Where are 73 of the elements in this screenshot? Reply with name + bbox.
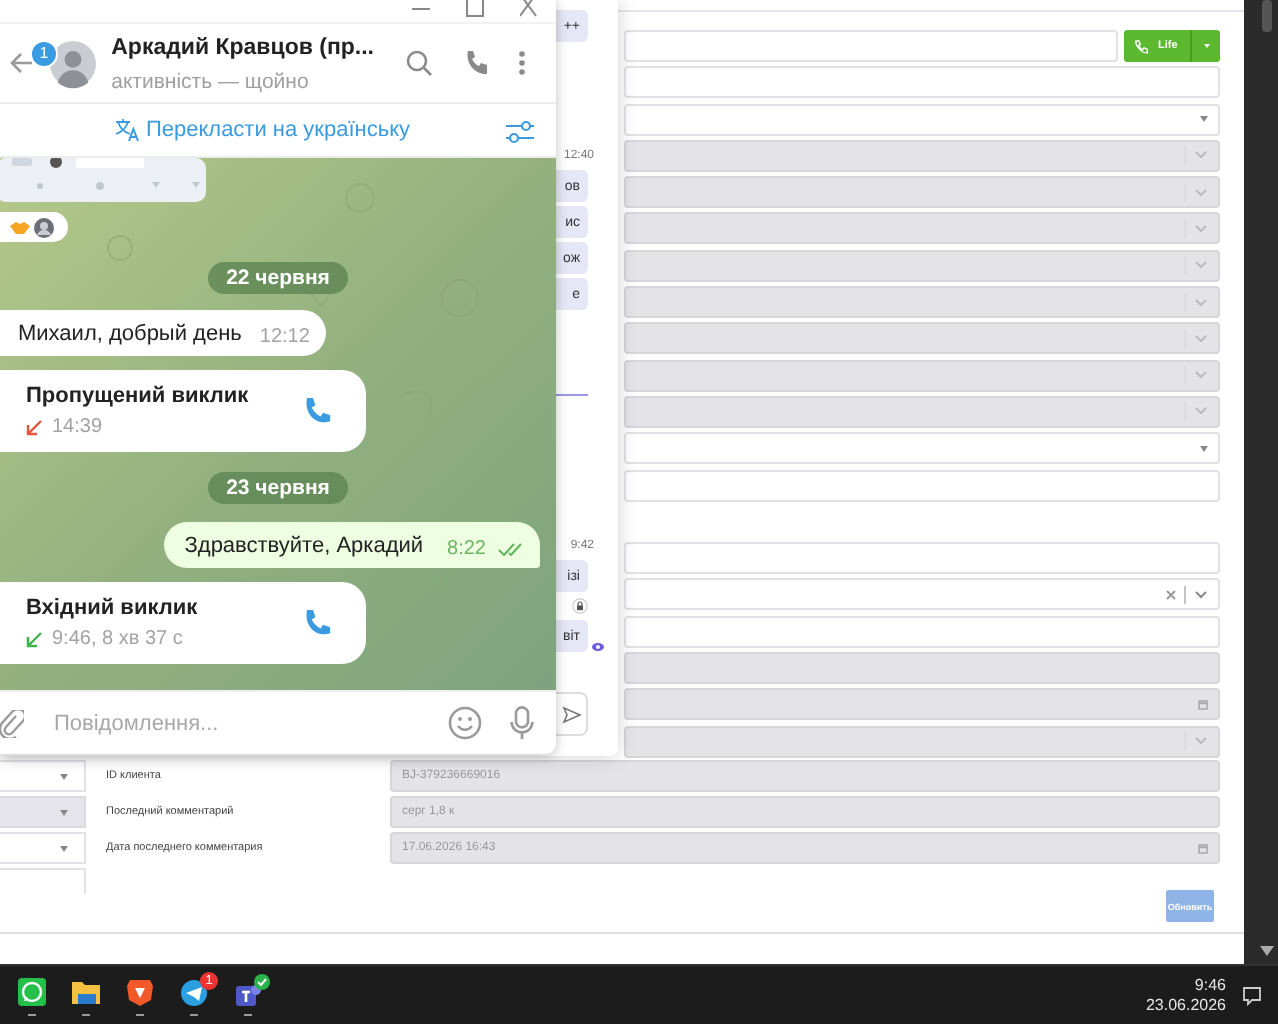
- scroll-down-icon[interactable]: [1259, 946, 1273, 956]
- chevron-icon: [1194, 223, 1208, 234]
- message-time: 8:22: [447, 538, 486, 560]
- contact-name: Аркадий Кравцов (пр...: [111, 33, 374, 63]
- message-time: 12:12: [259, 326, 310, 348]
- search-icon[interactable]: [406, 50, 432, 76]
- dropdown-button[interactable]: [1190, 30, 1220, 62]
- select-field[interactable]: [0, 868, 86, 894]
- attach-icon[interactable]: [0, 709, 24, 737]
- status-text: активність — щойно: [111, 69, 311, 93]
- close-icon[interactable]: [520, 0, 538, 18]
- chevron-icon: [1194, 187, 1208, 198]
- maximize-icon[interactable]: [466, 0, 484, 18]
- chevron-icon: [1194, 406, 1208, 417]
- input-field[interactable]: [624, 615, 1220, 648]
- calendar-icon: [1198, 699, 1208, 710]
- reaction-chip[interactable]: [0, 212, 68, 242]
- lock-icon: [572, 598, 588, 614]
- date-label: 23 червня: [208, 472, 348, 504]
- chevron-icon: [1194, 333, 1208, 344]
- translate-button[interactable]: Перекласти на українську: [113, 118, 411, 142]
- translate-icon: [113, 118, 140, 142]
- input-field[interactable]: [624, 30, 1118, 62]
- chevron-icon: [1194, 370, 1208, 381]
- phone-icon[interactable]: [302, 395, 334, 427]
- clear-icon[interactable]: [1166, 589, 1176, 600]
- message-text: Здравствуйте, Аркадий: [184, 533, 424, 557]
- clock-date: 23.06.2026: [1145, 995, 1226, 1015]
- chevron-icon: [1194, 736, 1208, 747]
- call-title: Пропущений виклик: [26, 384, 249, 408]
- send-icon: [561, 705, 581, 723]
- chevron-icon: [1194, 589, 1208, 600]
- caret-icon: [60, 773, 68, 779]
- shield-icon: [123, 975, 155, 1007]
- chat-app-icon: [15, 975, 47, 1007]
- caret-icon: [60, 845, 68, 851]
- caret-icon: [1200, 116, 1208, 123]
- unread-badge: 1: [30, 39, 58, 67]
- chevron-icon: [1194, 297, 1208, 308]
- phone-icon[interactable]: [464, 50, 490, 76]
- emoji-icon[interactable]: [448, 706, 482, 740]
- notification-icon[interactable]: [1242, 985, 1262, 1005]
- select-field[interactable]: [624, 578, 1220, 611]
- filter-icon[interactable]: [506, 120, 534, 144]
- phone-icon: [1134, 39, 1148, 53]
- avatar: [34, 217, 54, 237]
- caret-icon: [1203, 44, 1209, 48]
- call-time: 14:39: [52, 416, 103, 438]
- call-time: 9:46, 8 хв 37 с: [52, 628, 183, 650]
- calendar-icon: [1198, 843, 1208, 853]
- input-field[interactable]: [624, 542, 1220, 575]
- clock-time: 9:46: [1192, 975, 1226, 995]
- chevron-icon: [1194, 260, 1208, 271]
- send-button[interactable]: [556, 692, 588, 736]
- input-field[interactable]: [624, 469, 1220, 502]
- date-label: 22 червня: [208, 262, 348, 294]
- scrollbar[interactable]: [1244, 0, 1278, 964]
- caret-icon: [60, 809, 68, 815]
- select-field[interactable]: [624, 103, 1220, 136]
- select-field[interactable]: [624, 432, 1220, 465]
- caret-icon: [1200, 445, 1208, 452]
- paper-plane-icon: [177, 975, 209, 1007]
- input-field[interactable]: [624, 66, 1220, 99]
- check-badge-icon: [254, 973, 270, 989]
- microphone-icon[interactable]: [510, 706, 534, 740]
- more-icon[interactable]: [518, 50, 526, 76]
- scrollbar-thumb[interactable]: [1261, 0, 1271, 32]
- call-title: Вхідний виклик: [26, 596, 198, 620]
- back-arrow-icon[interactable]: [10, 52, 34, 74]
- phone-icon[interactable]: [302, 607, 334, 639]
- message-text: Михаил, добрый день: [18, 321, 242, 345]
- message-field[interactable]: Повідомлення...: [54, 703, 420, 743]
- chevron-icon: [1194, 150, 1208, 161]
